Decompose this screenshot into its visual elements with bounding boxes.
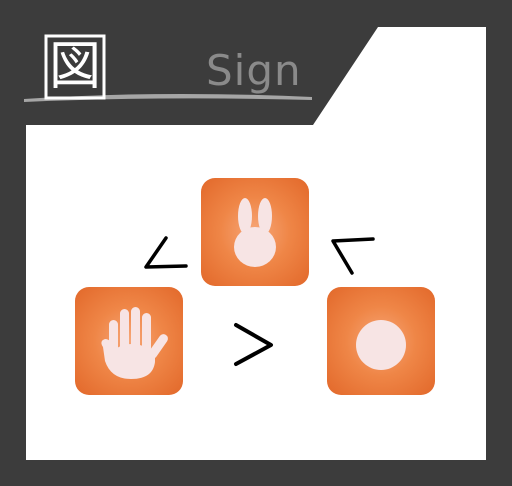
- rabbit-head-icon: [234, 198, 276, 267]
- kanji-glyph: 図: [48, 37, 101, 97]
- open-hand-icon: [101, 307, 168, 379]
- circle-ball-icon: [356, 320, 406, 370]
- tile-rabbit[interactable]: [201, 178, 309, 286]
- tile-ball[interactable]: [327, 287, 435, 395]
- page-title: Sign: [206, 46, 302, 95]
- sign-screen: 図 Sign: [0, 0, 512, 486]
- tile-hand[interactable]: [75, 287, 183, 395]
